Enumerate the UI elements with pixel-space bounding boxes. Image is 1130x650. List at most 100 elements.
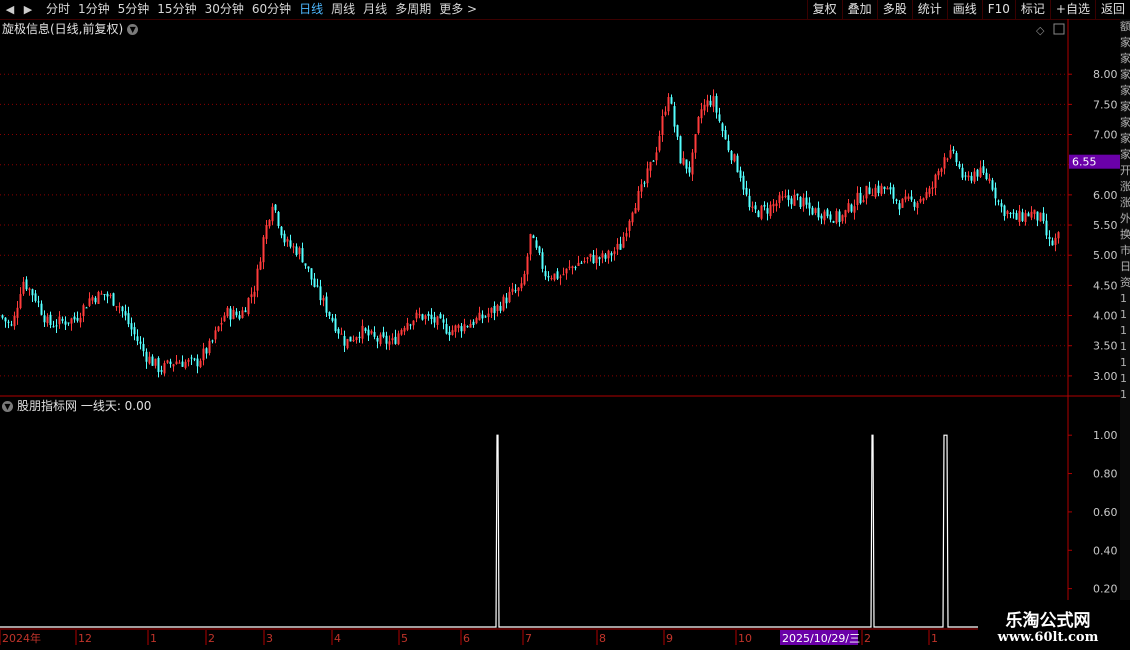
candle-body — [67, 322, 70, 324]
candle-body — [25, 279, 28, 290]
candle-body — [52, 326, 55, 328]
candle-body — [13, 315, 16, 327]
candle-body — [892, 187, 895, 199]
candle-body — [277, 212, 280, 226]
candle-body — [223, 315, 226, 322]
sub-y-tick-label: 0.80 — [1093, 468, 1118, 481]
candle-body — [385, 335, 388, 344]
candle-body — [568, 266, 571, 268]
candle-body — [1033, 209, 1036, 214]
candle-body — [502, 296, 505, 311]
candle-body — [217, 326, 220, 331]
candle-body — [763, 204, 766, 207]
candle-body — [265, 224, 268, 239]
candle-body — [304, 263, 307, 266]
candle-body — [106, 293, 109, 297]
x-axis-band — [0, 630, 1120, 650]
maximize-icon[interactable] — [1053, 23, 1065, 35]
candle-body — [541, 252, 544, 269]
candle-body — [928, 188, 931, 194]
candle-body — [976, 169, 979, 177]
strip-char: 家 — [1120, 116, 1130, 129]
kline-chart[interactable]: ◇3.003.504.004.505.005.506.006.507.007.5… — [0, 0, 1130, 650]
candle-body — [115, 306, 118, 308]
candle-body — [748, 195, 751, 208]
candle-body — [334, 318, 337, 332]
candle-body — [100, 293, 103, 295]
candle-body — [607, 250, 610, 259]
candle-body — [985, 172, 988, 180]
indicator-line — [0, 434, 1068, 628]
candle-body — [325, 296, 328, 313]
candle-body — [868, 187, 871, 194]
candle-body — [1027, 213, 1030, 217]
candle-body — [895, 199, 898, 201]
candle-body — [37, 301, 40, 303]
candle-body — [433, 317, 436, 323]
candle-body — [178, 362, 181, 364]
candle-body — [766, 208, 769, 214]
candle-body — [85, 307, 88, 309]
candle-body — [394, 336, 397, 344]
candle-body — [481, 314, 484, 319]
strip-char: 1 — [1120, 356, 1127, 369]
candle-body — [379, 334, 382, 344]
candle-body — [256, 268, 259, 291]
candle-body — [196, 358, 199, 367]
strip-char: 家 — [1120, 84, 1130, 97]
candle-body — [361, 325, 364, 339]
candle-body — [289, 240, 292, 247]
strip-char: 家 — [1120, 132, 1130, 145]
candle-body — [727, 140, 730, 151]
candle-body — [118, 306, 121, 308]
candle-body — [412, 320, 415, 326]
x-tick-label: 2 — [864, 632, 871, 645]
candle-body — [835, 211, 838, 223]
candle-body — [988, 178, 991, 181]
candle-body — [637, 190, 640, 211]
candle-body — [400, 329, 403, 335]
candle-body — [922, 198, 925, 201]
candle-body — [421, 314, 424, 320]
candle-body — [274, 204, 277, 211]
candle-body — [664, 111, 667, 115]
candle-body — [184, 361, 187, 368]
candle-body — [682, 158, 685, 165]
candle-body — [388, 341, 391, 345]
candle-body — [754, 205, 757, 210]
strip-char: 家 — [1120, 68, 1130, 81]
candle-body — [619, 243, 622, 250]
candle-body — [571, 266, 574, 269]
candle-body — [358, 336, 361, 338]
candle-body — [871, 195, 874, 197]
candle-body — [1024, 213, 1027, 223]
strip-char: 外 — [1120, 212, 1130, 225]
candle-body — [970, 175, 973, 181]
candle-body — [262, 237, 265, 263]
candle-body — [793, 194, 796, 206]
diamond-icon[interactable]: ◇ — [1036, 24, 1045, 37]
candle-body — [346, 339, 349, 349]
candle-body — [355, 337, 358, 341]
candle-body — [865, 185, 868, 199]
x-tick-label: 8 — [599, 632, 606, 645]
candle-body — [187, 359, 190, 362]
candle-body — [772, 204, 775, 207]
sub-y-tick-label: 1.00 — [1093, 429, 1118, 442]
candle-body — [448, 331, 451, 336]
candle-body — [415, 312, 418, 319]
candle-body — [829, 214, 832, 220]
candle-body — [430, 314, 433, 319]
candle-body — [376, 337, 379, 342]
y-tick-label: 4.50 — [1093, 279, 1118, 292]
candle-body — [907, 196, 910, 199]
candle-body — [799, 196, 802, 208]
candle-body — [658, 136, 661, 151]
candle-body — [715, 95, 718, 113]
strip-char: 1 — [1120, 340, 1127, 353]
candle-body — [28, 288, 31, 291]
candle-body — [229, 308, 232, 320]
candle-body — [475, 318, 478, 324]
x-tick-label: 1 — [150, 632, 157, 645]
candle-body — [316, 285, 319, 287]
